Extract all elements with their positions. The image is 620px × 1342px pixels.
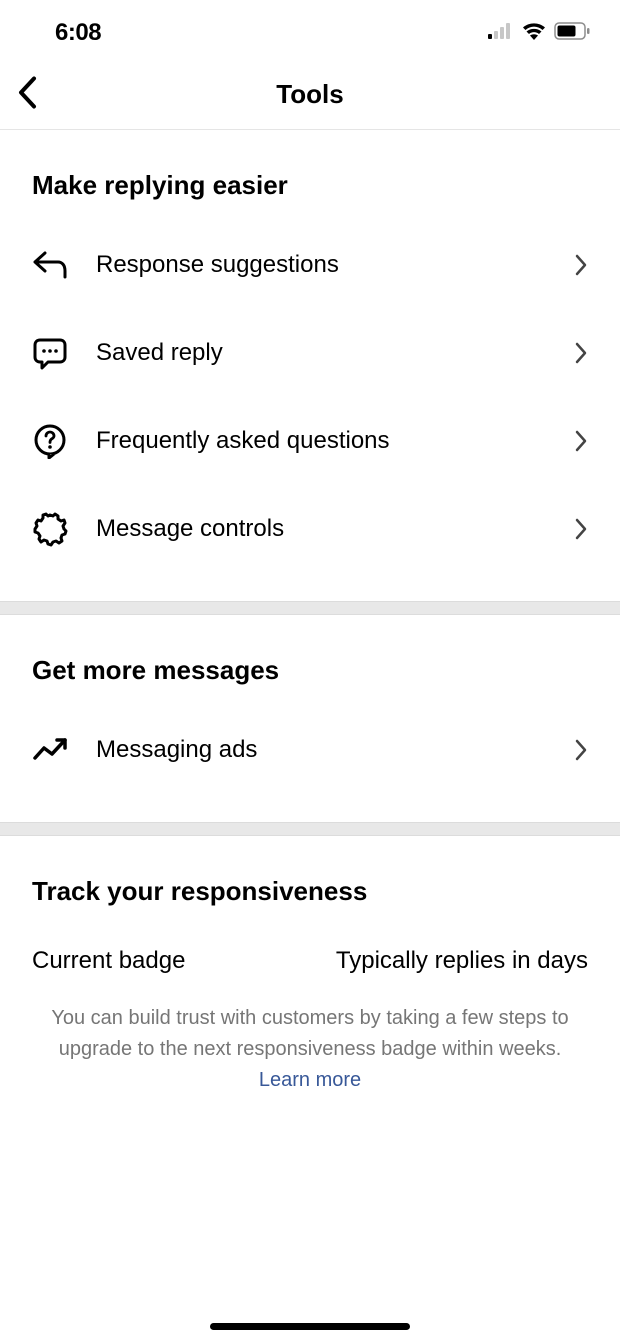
list-item-label: Frequently asked questions bbox=[96, 427, 574, 455]
chevron-right-icon bbox=[574, 517, 588, 541]
chevron-right-icon bbox=[574, 253, 588, 277]
list-item-label: Messaging ads bbox=[96, 736, 574, 764]
home-indicator[interactable] bbox=[210, 1323, 410, 1330]
chevron-right-icon bbox=[574, 429, 588, 453]
question-bubble-icon bbox=[32, 423, 68, 459]
cellular-signal-icon bbox=[488, 23, 514, 44]
list-item-label: Message controls bbox=[96, 515, 574, 543]
status-bar: 6:08 bbox=[0, 0, 620, 60]
chevron-right-icon bbox=[574, 341, 588, 365]
status-icons bbox=[488, 22, 590, 45]
section-replying: Make replying easier Response suggestion… bbox=[0, 130, 620, 601]
chevron-right-icon bbox=[574, 738, 588, 762]
header: Tools bbox=[0, 60, 620, 130]
section-responsiveness: Track your responsiveness Current badge … bbox=[0, 836, 620, 1092]
section-messages: Get more messages Messaging ads bbox=[0, 615, 620, 822]
section-title-responsiveness: Track your responsiveness bbox=[32, 836, 588, 927]
list-item-label: Saved reply bbox=[96, 339, 574, 367]
battery-icon bbox=[554, 22, 590, 45]
wifi-icon bbox=[522, 22, 546, 45]
badge-label: Current badge bbox=[32, 947, 185, 975]
message-bubble-icon bbox=[32, 335, 68, 371]
badge-value: Typically replies in days bbox=[336, 947, 588, 975]
list-item-label: Response suggestions bbox=[96, 251, 574, 279]
responsiveness-description: You can build trust with customers by ta… bbox=[32, 1003, 588, 1065]
list-item-response-suggestions[interactable]: Response suggestions bbox=[32, 221, 588, 309]
list-item-saved-reply[interactable]: Saved reply bbox=[32, 309, 588, 397]
section-divider bbox=[0, 822, 620, 836]
list-item-message-controls[interactable]: Message controls bbox=[32, 485, 588, 573]
back-button[interactable] bbox=[16, 74, 38, 115]
learn-more-link[interactable]: Learn more bbox=[32, 1069, 588, 1092]
chevron-left-icon bbox=[16, 74, 38, 115]
trend-up-icon bbox=[32, 732, 68, 768]
section-title-messages: Get more messages bbox=[32, 615, 588, 706]
list-item-faq[interactable]: Frequently asked questions bbox=[32, 397, 588, 485]
reply-arrow-icon bbox=[32, 247, 68, 283]
section-divider bbox=[0, 601, 620, 615]
status-time: 6:08 bbox=[55, 19, 101, 47]
page-title: Tools bbox=[276, 79, 343, 110]
section-title-replying: Make replying easier bbox=[32, 130, 588, 221]
list-item-messaging-ads[interactable]: Messaging ads bbox=[32, 706, 588, 794]
badge-row: Current badge Typically replies in days bbox=[32, 927, 588, 1003]
gear-icon bbox=[32, 511, 68, 547]
